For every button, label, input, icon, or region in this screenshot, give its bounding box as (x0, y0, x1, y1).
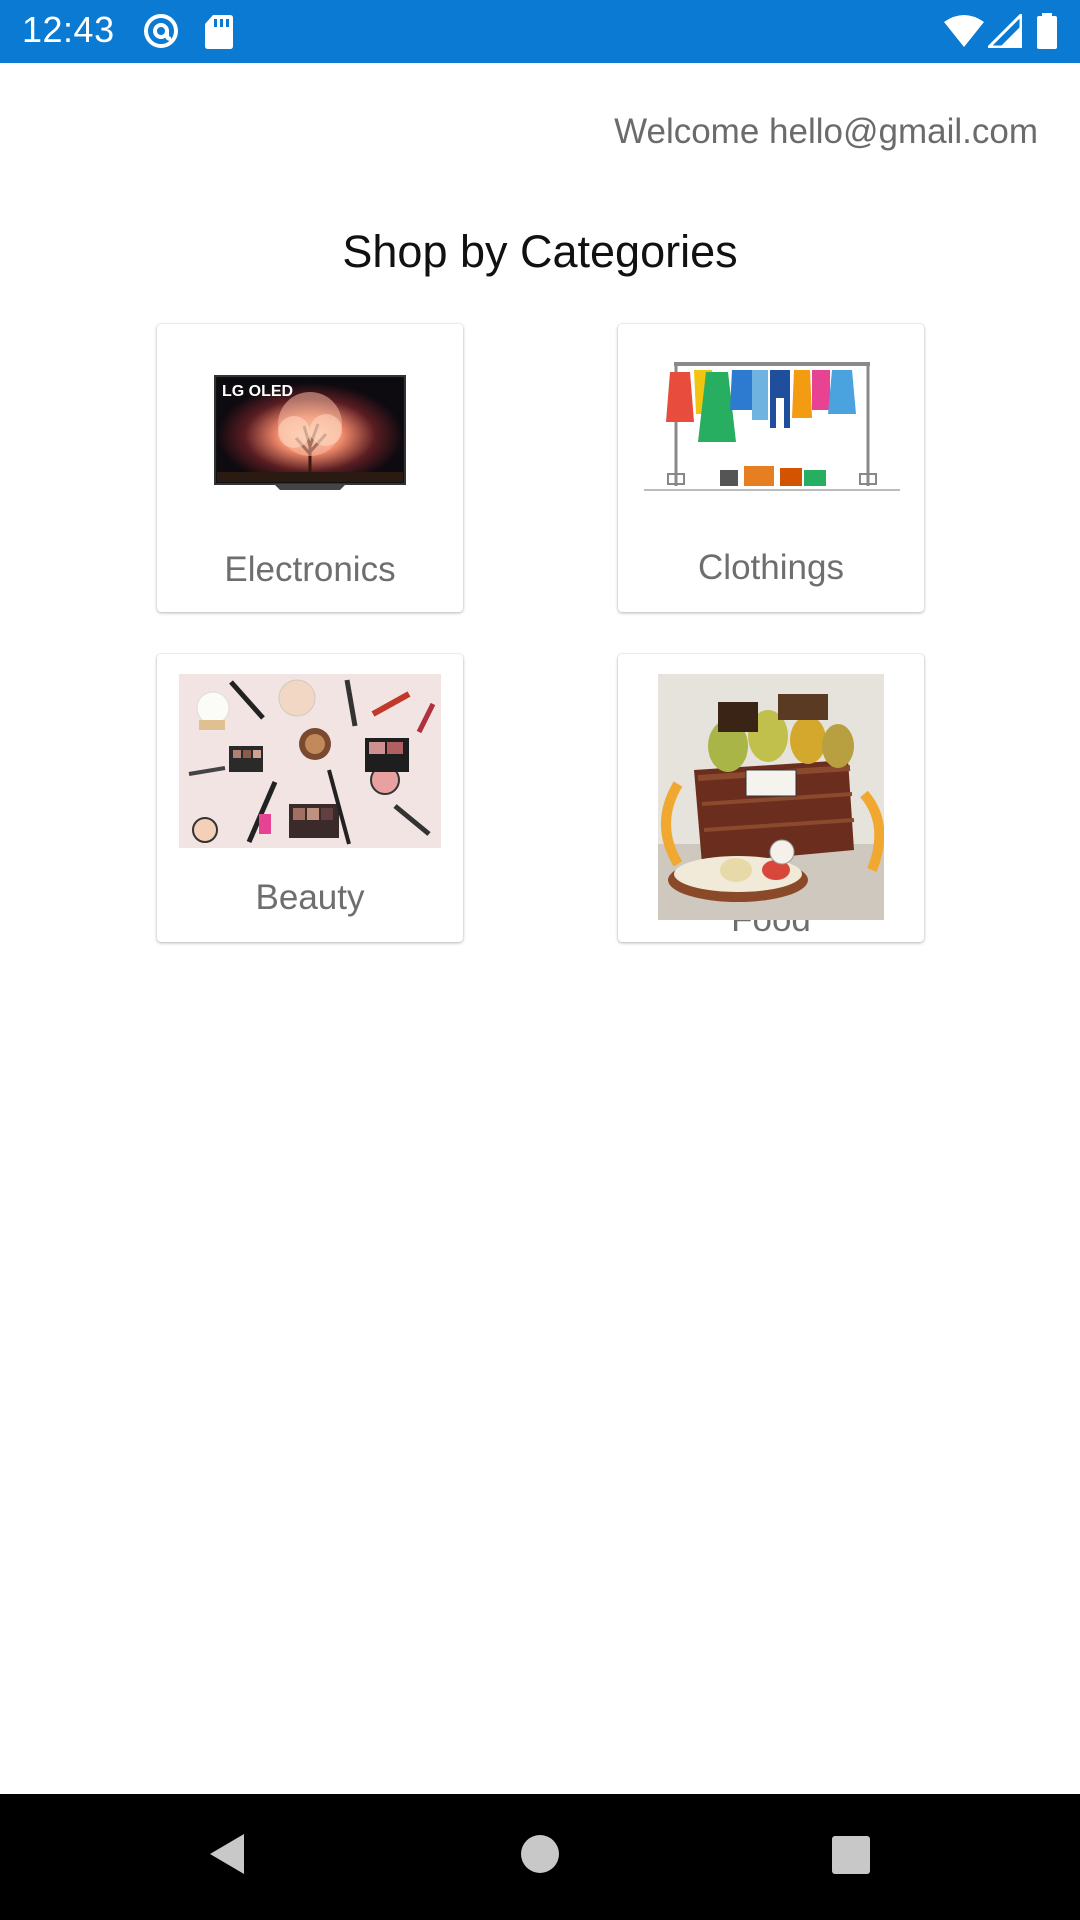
clothing-rack-image (644, 362, 900, 491)
makeup-products-image (179, 674, 441, 848)
home-icon[interactable] (510, 1824, 570, 1884)
back-icon[interactable] (196, 1824, 256, 1884)
category-card-food[interactable]: Food (618, 654, 924, 942)
category-label: Beauty (255, 878, 365, 917)
food-gift-basket-image (658, 674, 884, 920)
svg-text:LG OLED: LG OLED (222, 383, 293, 400)
screen: 12:43 Welcome hello@gmail.com Shop by Ca… (0, 0, 1080, 1920)
category-label: Electronics (224, 550, 396, 589)
wifi-icon (944, 15, 984, 47)
page-title: Shop by Categories (342, 226, 738, 277)
recents-icon[interactable] (820, 1824, 880, 1884)
signal-icon (988, 14, 1022, 48)
welcome-text: Welcome hello@gmail.com (614, 112, 1038, 151)
sd-card-icon (205, 15, 233, 49)
category-card-clothing[interactable]: Clothings (618, 324, 924, 612)
at-sign-icon (144, 14, 178, 48)
category-card-electronics[interactable]: LG OLED Electronics (157, 324, 463, 612)
navigation-bar (0, 1794, 1080, 1920)
status-bar: 12:43 (0, 0, 1080, 63)
status-time: 12:43 (22, 9, 115, 50)
category-label: Clothings (698, 548, 844, 587)
lg-oled-tv-image: LG OLED (214, 375, 406, 490)
battery-icon (1037, 13, 1057, 49)
category-card-beauty[interactable]: Beauty (157, 654, 463, 942)
